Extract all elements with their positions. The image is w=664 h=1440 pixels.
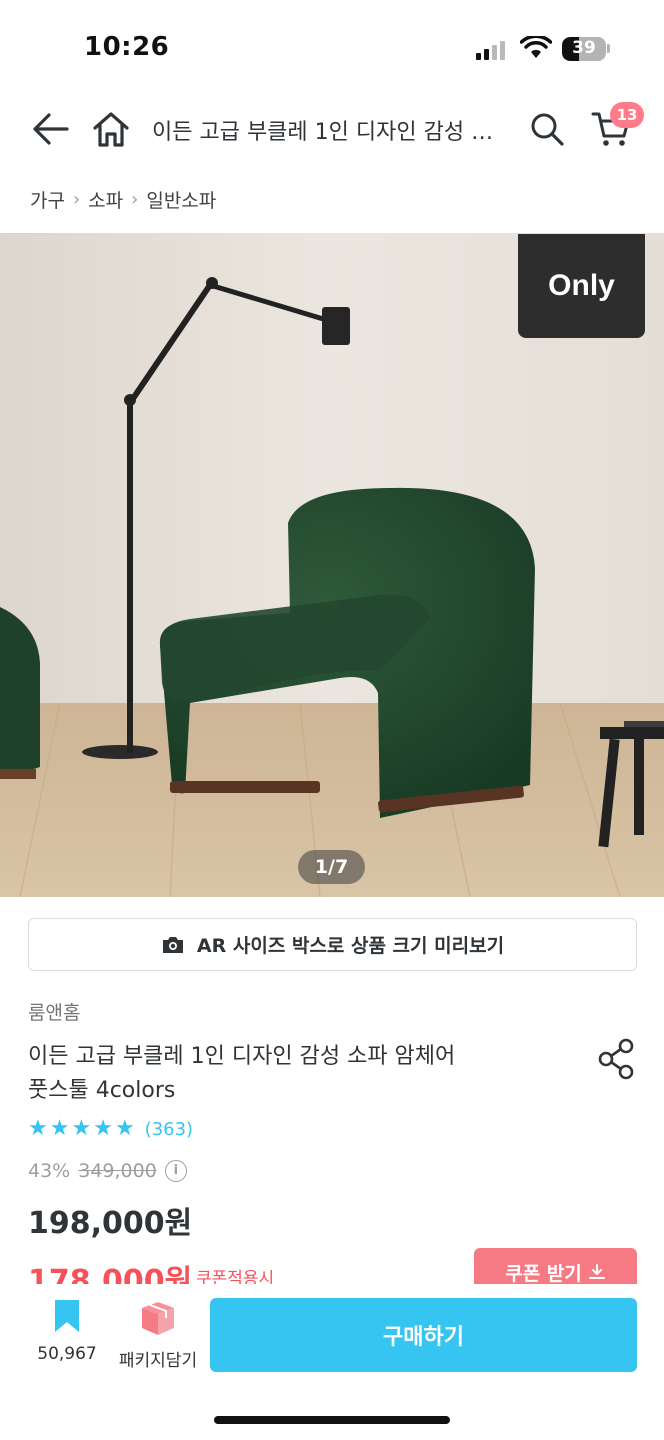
breadcrumb-item-sofa[interactable]: 소파 xyxy=(88,186,123,213)
home-button[interactable] xyxy=(88,106,134,152)
bookmark-count: 50,967 xyxy=(37,1344,97,1364)
page-title: 이든 고급 부클레 1인 디자인 감성 소파 암체어 풋스툴 4colors xyxy=(152,120,508,145)
status-bar: 10:26 39 xyxy=(0,0,664,96)
product-name-line1: 이든 고급 부클레 1인 디자인 감성 소파 암체어 xyxy=(28,1044,456,1069)
ar-preview-label: AR 사이즈 박스로 상품 크기 미리보기 xyxy=(196,935,505,957)
battery-tip xyxy=(607,44,610,53)
bookmark-icon xyxy=(55,1300,79,1332)
share-icon xyxy=(598,1038,634,1080)
brand-name[interactable]: 룸앤홈 xyxy=(28,998,80,1025)
discount-row: 43% 349,000 i xyxy=(28,1160,187,1182)
chevron-right-icon: › xyxy=(131,189,139,210)
breadcrumb: 가구 › 소파 › 일반소파 xyxy=(30,186,216,213)
ar-preview-button[interactable]: AR 사이즈 박스로 상품 크기 미리보기 xyxy=(28,918,637,971)
battery-icon: 39 xyxy=(562,37,606,61)
home-icon xyxy=(93,112,129,147)
star-icon: ★ xyxy=(49,1116,70,1141)
info-icon[interactable]: i xyxy=(164,1160,187,1182)
discount-rate: 43% xyxy=(28,1160,71,1182)
star-icon: ★ xyxy=(71,1116,92,1141)
rating[interactable]: ★ ★ ★ ★ ★ (363) xyxy=(28,1116,193,1142)
share-button[interactable] xyxy=(596,1038,638,1080)
image-page-indicator: 1/7 xyxy=(298,850,365,884)
wifi-icon xyxy=(520,36,552,58)
star-icon: ★ xyxy=(114,1116,135,1141)
product-name-line2: 풋스툴 4colors xyxy=(28,1078,176,1103)
back-button[interactable] xyxy=(28,106,74,152)
gift-box-icon xyxy=(142,1302,174,1335)
camera-icon xyxy=(162,936,183,953)
bookmark-button[interactable]: 50,967 xyxy=(27,1298,107,1364)
cart-count-badge: 13 xyxy=(610,102,644,128)
review-count[interactable]: (363) xyxy=(145,1119,193,1140)
breadcrumb-item-furniture[interactable]: 가구 xyxy=(30,186,65,213)
original-price: 349,000 xyxy=(78,1160,157,1182)
star-icon: ★ xyxy=(93,1116,113,1141)
status-time: 10:26 xyxy=(84,32,170,62)
top-nav: 이든 고급 부클레 1인 디자인 감성 소파 암체어 풋스툴 4colors xyxy=(0,96,664,162)
battery-level: 39 xyxy=(572,38,596,58)
package-label: 패키지담기 xyxy=(118,1351,198,1371)
search-button[interactable] xyxy=(524,106,570,152)
package-button[interactable]: 패키지담기 xyxy=(118,1298,198,1371)
sale-price: 198,000원 xyxy=(28,1206,193,1241)
get-coupon-label: 쿠폰 받기 xyxy=(505,1262,582,1285)
buy-button[interactable]: 구매하기 xyxy=(210,1298,637,1372)
product-name: 이든 고급 부클레 1인 디자인 감성 소파 암체어 풋스툴 4colors xyxy=(28,1040,568,1108)
back-arrow-icon xyxy=(33,113,69,145)
home-indicator xyxy=(214,1416,450,1424)
star-icon: ★ xyxy=(28,1116,48,1141)
search-icon xyxy=(531,113,564,146)
download-icon xyxy=(588,1264,605,1279)
breadcrumb-item-general-sofa[interactable]: 일반소파 xyxy=(146,186,216,213)
only-badge: Only xyxy=(518,234,645,338)
chevron-right-icon: › xyxy=(72,189,81,210)
signal-icon xyxy=(476,40,505,60)
